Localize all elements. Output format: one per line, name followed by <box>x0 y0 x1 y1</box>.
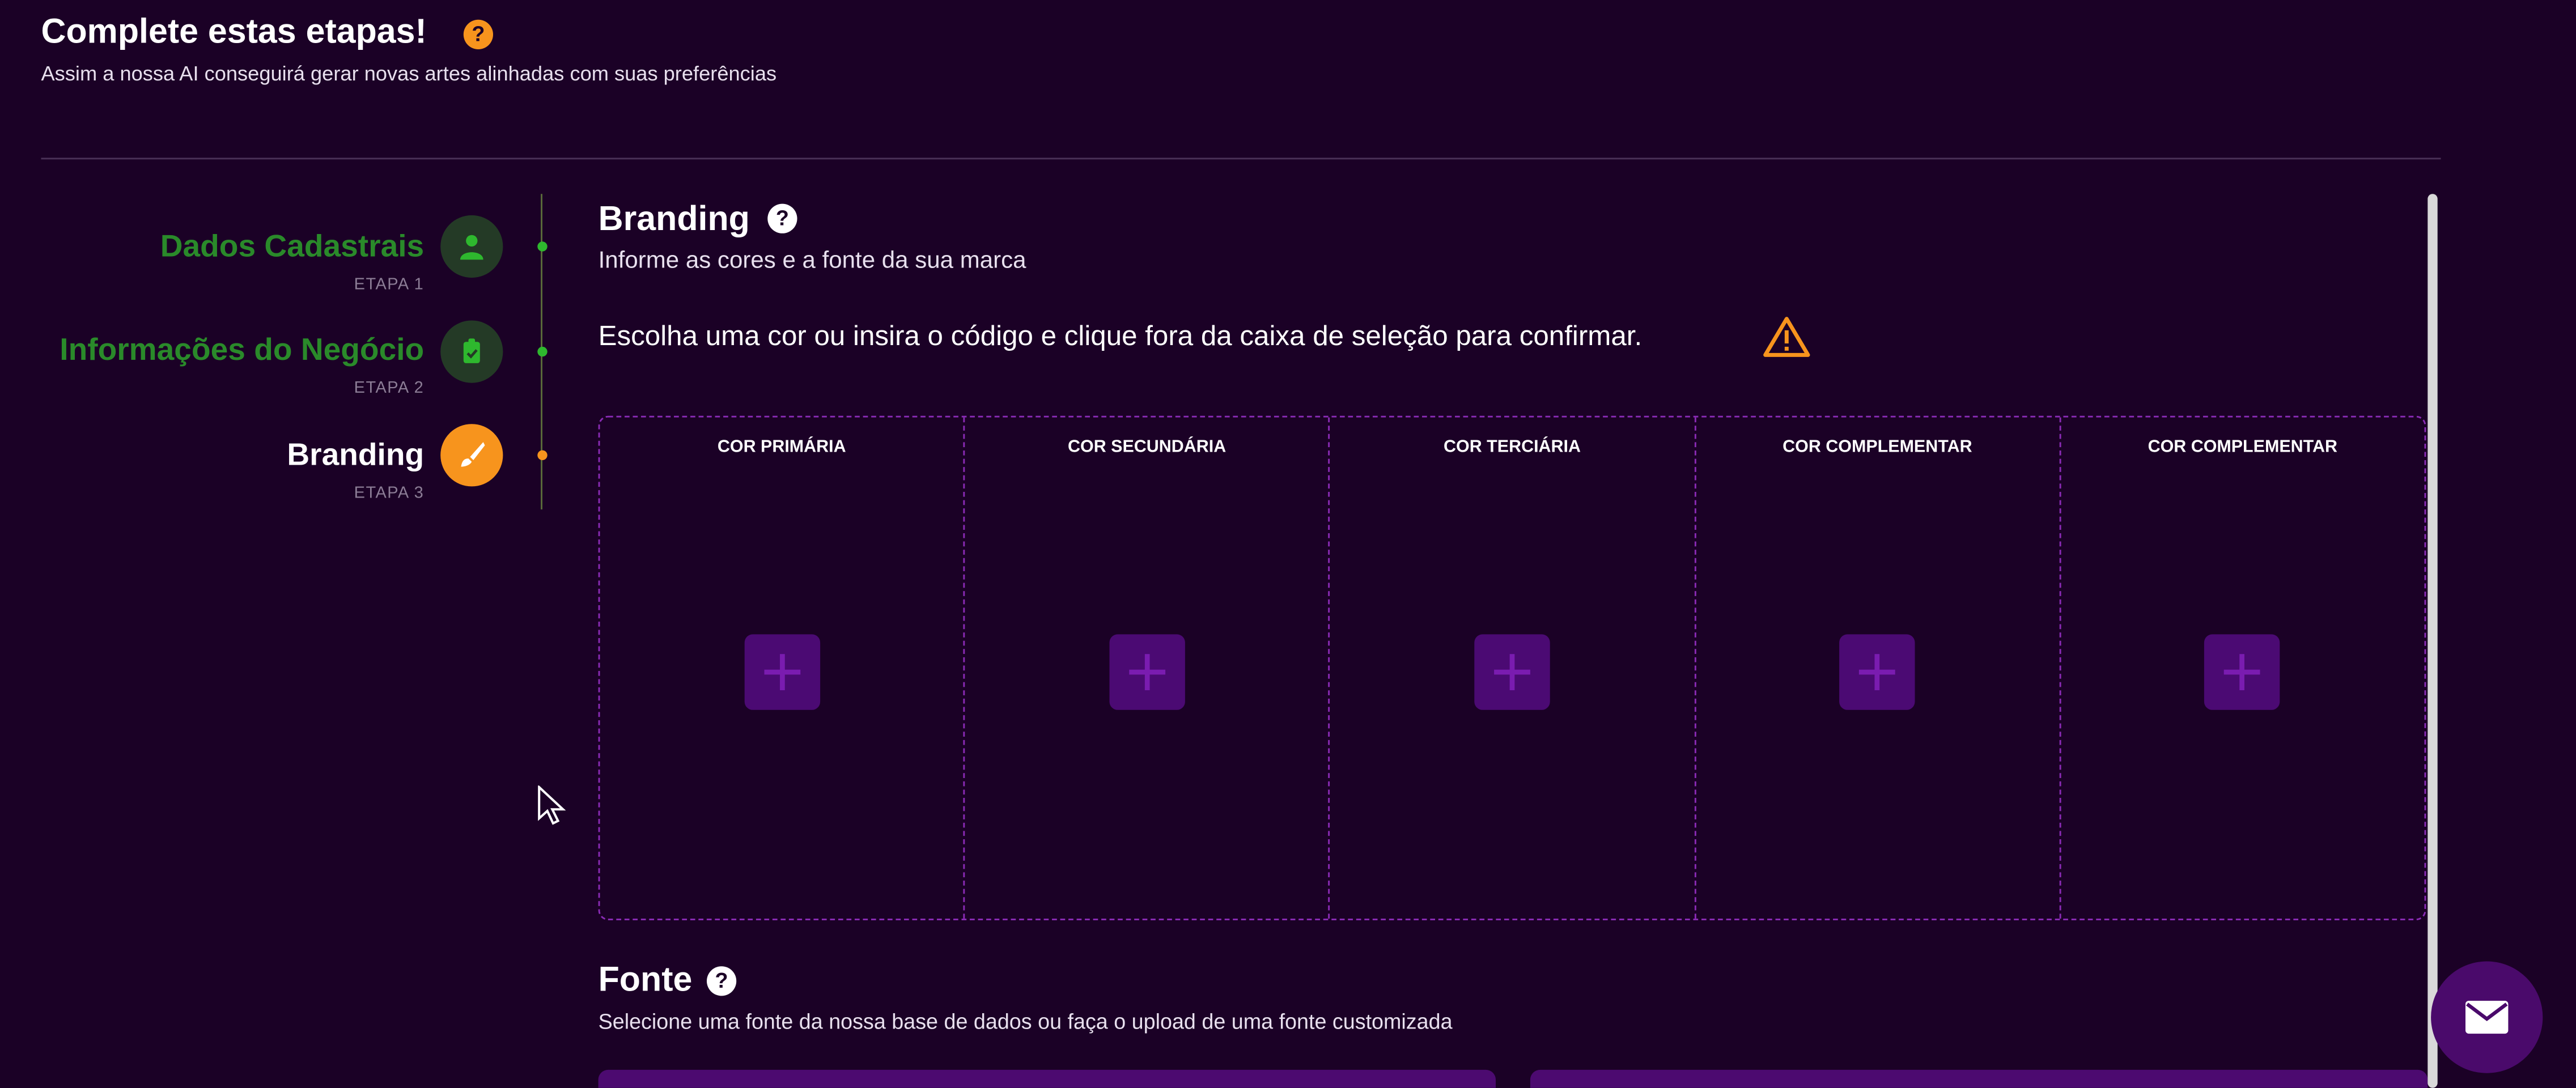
step-1-title: Dados Cadastrais <box>160 230 425 265</box>
step-2-title: Informações do Negócio <box>60 333 425 368</box>
plus-icon <box>2224 654 2261 690</box>
user-icon <box>440 215 503 278</box>
plus-icon <box>1859 654 1896 690</box>
color-slot-label: COR PRIMÁRIA <box>717 437 846 457</box>
add-color-button[interactable] <box>744 634 820 710</box>
color-slot-complementary-2: COR COMPLEMENTAR <box>2061 418 2424 919</box>
add-color-button[interactable] <box>1474 634 1550 710</box>
step-1-dot <box>537 241 548 252</box>
font-title: Fonte <box>598 961 693 1000</box>
question-icon[interactable]: ? <box>707 966 737 996</box>
page-subtitle: Assim a nossa AI conseguirá gerar novas … <box>41 62 777 86</box>
question-icon[interactable]: ? <box>463 19 493 49</box>
branding-subtitle: Informe as cores e a fonte da sua marca <box>598 248 1026 275</box>
plus-icon <box>1128 654 1165 690</box>
color-picker-grid: COR PRIMÁRIA COR SECUNDÁRIA COR TERCIÁRI… <box>598 415 2426 920</box>
branding-instruction: Escolha uma cor ou insira o código e cli… <box>598 320 1643 352</box>
color-slot-complementary-1: COR COMPLEMENTAR <box>1696 417 2061 919</box>
color-slot-primary: COR PRIMÁRIA <box>600 417 965 919</box>
add-color-button[interactable] <box>2205 634 2281 710</box>
color-slot-label: COR SECUNDÁRIA <box>1068 437 1227 457</box>
step-2-label: ETAPA 2 <box>354 379 425 398</box>
color-slot-tertiary: COR TERCIÁRIA <box>1330 417 1696 919</box>
step-3-label: ETAPA 3 <box>354 484 425 503</box>
font-database-button[interactable] <box>598 1069 1496 1088</box>
brush-icon <box>440 424 503 487</box>
plus-icon <box>763 654 800 690</box>
mouse-cursor-icon <box>536 784 568 836</box>
color-slot-label: COR COMPLEMENTAR <box>2148 437 2337 457</box>
page-title: Complete estas etapas! <box>41 13 427 51</box>
clipboard-icon <box>440 320 503 383</box>
warning-icon <box>1762 316 1811 367</box>
color-slot-secondary: COR SECUNDÁRIA <box>965 417 1331 919</box>
add-color-button[interactable] <box>1109 634 1185 710</box>
color-slot-label: COR TERCIÁRIA <box>1444 437 1581 457</box>
question-icon[interactable]: ? <box>767 203 797 233</box>
contact-button[interactable] <box>2431 961 2543 1073</box>
font-subtitle: Selecione uma fonte da nossa base de dad… <box>598 1009 1453 1034</box>
font-upload-button[interactable] <box>1530 1069 2428 1088</box>
divider <box>41 158 2441 160</box>
step-3-dot <box>537 450 548 460</box>
scrollbar[interactable] <box>2428 194 2438 1088</box>
mail-icon <box>2465 1001 2509 1034</box>
step-1-label: ETAPA 1 <box>354 276 425 295</box>
branding-title: Branding <box>598 200 750 239</box>
step-2-dot <box>537 346 548 357</box>
plus-icon <box>1494 654 1530 690</box>
step-3-title: Branding <box>287 439 425 474</box>
color-slot-label: COR COMPLEMENTAR <box>1783 437 1972 457</box>
add-color-button[interactable] <box>1839 634 1916 710</box>
